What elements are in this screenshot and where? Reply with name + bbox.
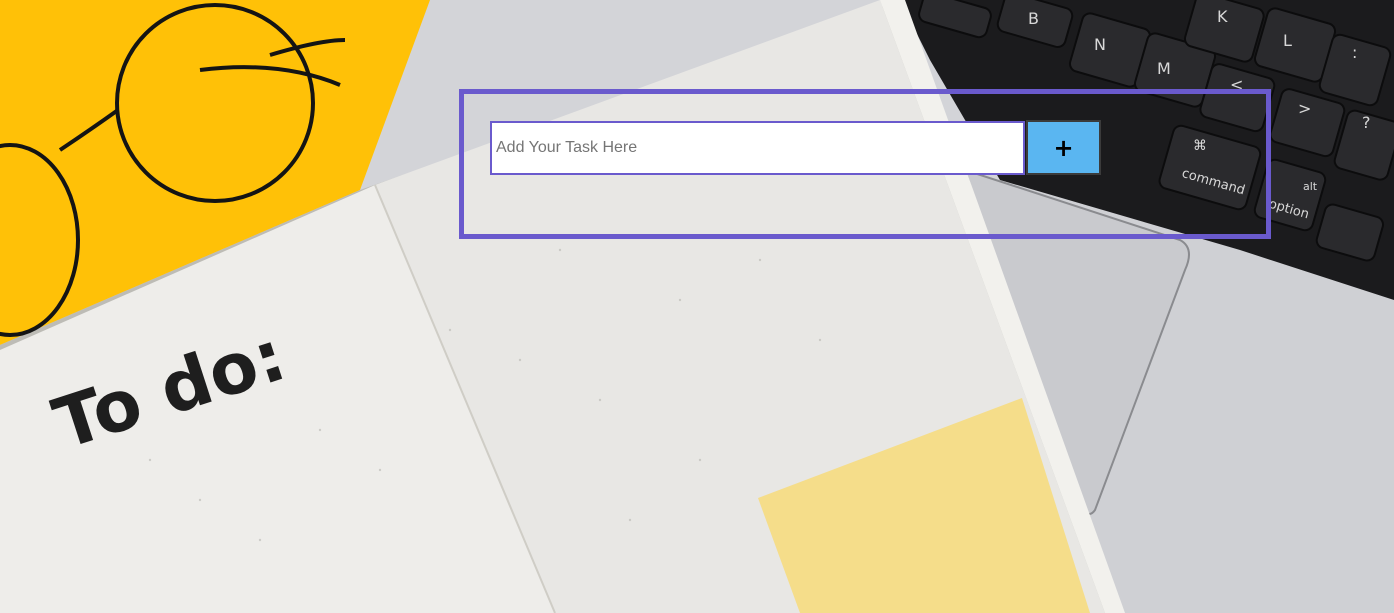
svg-text::: :: [1352, 43, 1357, 62]
add-task-button[interactable]: +: [1026, 120, 1101, 175]
svg-text:alt: alt: [1303, 180, 1318, 193]
svg-text:?: ?: [1362, 113, 1371, 132]
svg-text:B: B: [1028, 9, 1039, 28]
svg-text:K: K: [1217, 7, 1228, 26]
svg-text:>: >: [1298, 99, 1311, 118]
todo-input-panel: +: [459, 89, 1271, 239]
svg-text:N: N: [1094, 35, 1106, 54]
svg-text:M: M: [1157, 59, 1171, 78]
svg-text:L: L: [1283, 31, 1292, 50]
task-input[interactable]: [490, 121, 1025, 175]
